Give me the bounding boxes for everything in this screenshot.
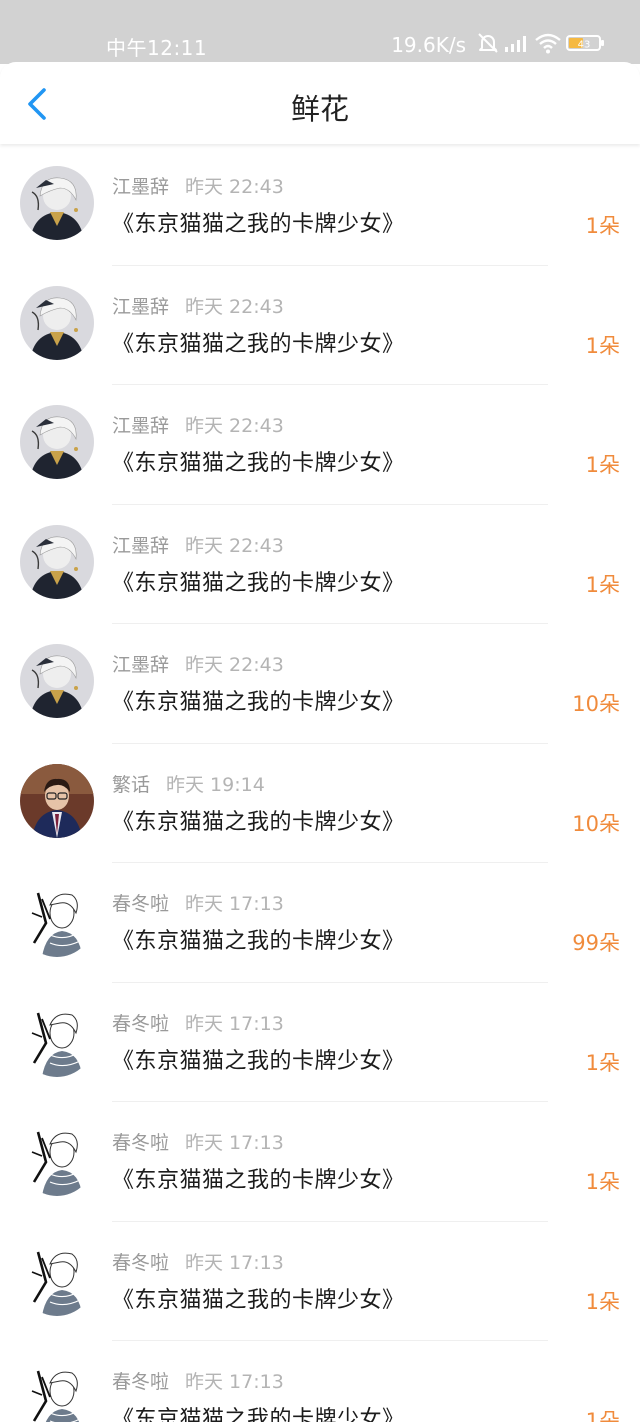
list-item[interactable]: 江墨辞 昨天 22:43 《东京猫猫之我的卡牌少女》 1朵 [0, 505, 640, 624]
avatar[interactable] [20, 644, 94, 718]
timestamp: 昨天 22:43 [185, 534, 284, 557]
avatar[interactable] [20, 405, 94, 479]
book-title: 《东京猫猫之我的卡牌少女》 [112, 212, 405, 237]
flower-count: 1朵 [585, 1050, 620, 1075]
item-meta: 春冬啦 昨天 17:13 [112, 1128, 284, 1155]
item-meta: 春冬啦 昨天 17:13 [112, 1367, 284, 1394]
sender-name: 江墨辞 [112, 415, 170, 437]
item-meta: 春冬啦 昨天 17:13 [112, 1009, 284, 1036]
list-item[interactable]: 江墨辞 昨天 22:43 《东京猫猫之我的卡牌少女》 10朵 [0, 624, 640, 744]
timestamp: 昨天 22:43 [185, 415, 284, 437]
item-meta: 繁话 昨天 19:14 [112, 770, 265, 797]
flower-count: 10朵 [572, 692, 620, 716]
timestamp: 昨天 17:13 [185, 1132, 284, 1154]
item-meta: 江墨辞 昨天 22:43 [112, 650, 284, 677]
book-title: 《东京猫猫之我的卡牌少女》 [112, 1048, 405, 1074]
avatar[interactable] [20, 524, 94, 599]
book-title: 《东京猫猫之我的卡牌少女》 [112, 331, 405, 357]
list-item[interactable]: 春冬啦 昨天 17:13 《东京猫猫之我的卡牌少女》 1朵 [0, 1102, 640, 1222]
flower-count: 10朵 [572, 811, 620, 836]
flower-count: 1朵 [585, 572, 620, 597]
item-meta: 江墨辞 昨天 22:43 [112, 292, 284, 319]
flower-list: 江墨辞 昨天 22:43 《东京猫猫之我的卡牌少女》 1朵 江墨辞 昨天 22:43 《东… [0, 146, 640, 1422]
list-item[interactable]: 江墨辞 昨天 22:43 《东京猫猫之我的卡牌少女》 1朵 [0, 146, 640, 266]
timestamp: 昨天 17:13 [185, 893, 284, 915]
list-item[interactable]: 春冬啦 昨天 17:13 《东京猫猫之我的卡牌少女》 1朵 [0, 1341, 640, 1422]
book-title: 《东京猫猫之我的卡牌少女》 [112, 451, 405, 476]
status-bar: 中午12:11 19.6K/s 43 [0, 0, 640, 64]
wifi-icon [534, 32, 562, 58]
flower-count: 1朵 [585, 333, 620, 358]
flower-count: 99朵 [572, 931, 620, 955]
item-meta: 江墨辞 昨天 22:43 [112, 531, 284, 558]
avatar[interactable] [20, 166, 94, 240]
list-item[interactable]: 春冬啦 昨天 17:13 《东京猫猫之我的卡牌少女》 1朵 [0, 983, 640, 1102]
item-meta: 春冬啦 昨天 17:13 [112, 1248, 284, 1275]
sender-name: 春冬啦 [112, 1132, 170, 1154]
item-meta: 江墨辞 昨天 22:43 [112, 172, 284, 199]
sender-name: 春冬啦 [112, 1371, 170, 1393]
signal-icon [504, 33, 530, 57]
sender-name: 春冬啦 [112, 893, 170, 915]
timestamp: 昨天 22:43 [185, 295, 284, 318]
avatar[interactable] [20, 285, 94, 360]
list-item[interactable]: 江墨辞 昨天 22:43 《东京猫猫之我的卡牌少女》 1朵 [0, 266, 640, 385]
flower-count: 1朵 [585, 214, 620, 238]
battery-level: 43 [578, 40, 591, 51]
list-item[interactable]: 春冬啦 昨天 17:13 《东京猫猫之我的卡牌少女》 99朵 [0, 863, 640, 983]
sender-name: 春冬啦 [112, 1012, 170, 1035]
page-title: 鲜花 [290, 92, 349, 126]
sender-name: 繁话 [112, 773, 151, 796]
flower-count: 1朵 [585, 453, 620, 477]
status-indicators: 19.6K/s 43 [391, 30, 606, 60]
avatar[interactable] [20, 1002, 94, 1077]
timestamp: 昨天 17:13 [185, 1012, 284, 1035]
list-item[interactable]: 繁话 昨天 19:14 《东京猫猫之我的卡牌少女》 10朵 [0, 744, 640, 863]
sender-name: 江墨辞 [112, 176, 170, 198]
timestamp: 昨天 22:43 [185, 654, 284, 676]
timestamp: 昨天 19:14 [166, 773, 265, 796]
timestamp: 昨天 22:43 [185, 176, 284, 198]
avatar[interactable] [20, 883, 94, 957]
avatar[interactable] [20, 1122, 94, 1196]
bell-muted-icon [476, 31, 500, 59]
sender-name: 春冬啦 [112, 1251, 170, 1274]
item-meta: 江墨辞 昨天 22:43 [112, 411, 284, 438]
timestamp: 昨天 17:13 [185, 1371, 284, 1393]
avatar[interactable] [20, 1241, 94, 1316]
book-title: 《东京猫猫之我的卡牌少女》 [112, 1168, 405, 1193]
flower-count: 1朵 [585, 1170, 620, 1194]
sender-name: 江墨辞 [112, 534, 170, 557]
avatar[interactable] [20, 763, 94, 838]
book-title: 《东京猫猫之我的卡牌少女》 [112, 1287, 405, 1313]
book-title: 《东京猫猫之我的卡牌少女》 [112, 690, 405, 715]
network-speed: 19.6K/s [391, 33, 466, 57]
flower-count: 1朵 [585, 1289, 620, 1314]
book-title: 《东京猫猫之我的卡牌少女》 [112, 570, 405, 596]
sender-name: 江墨辞 [112, 654, 170, 676]
status-time: 中午12:11 [106, 36, 208, 60]
avatar[interactable] [20, 1361, 94, 1422]
book-title: 《东京猫猫之我的卡牌少女》 [112, 929, 405, 954]
battery-icon: 43 [566, 33, 606, 57]
timestamp: 昨天 17:13 [185, 1251, 284, 1274]
book-title: 《东京猫猫之我的卡牌少女》 [112, 1407, 405, 1422]
list-item[interactable]: 春冬啦 昨天 17:13 《东京猫猫之我的卡牌少女》 1朵 [0, 1222, 640, 1341]
book-title: 《东京猫猫之我的卡牌少女》 [112, 809, 405, 835]
flower-count: 1朵 [585, 1409, 620, 1422]
page-header: 鲜花 [0, 62, 640, 144]
item-meta: 春冬啦 昨天 17:13 [112, 889, 284, 916]
sender-name: 江墨辞 [112, 295, 170, 318]
list-item[interactable]: 江墨辞 昨天 22:43 《东京猫猫之我的卡牌少女》 1朵 [0, 385, 640, 505]
